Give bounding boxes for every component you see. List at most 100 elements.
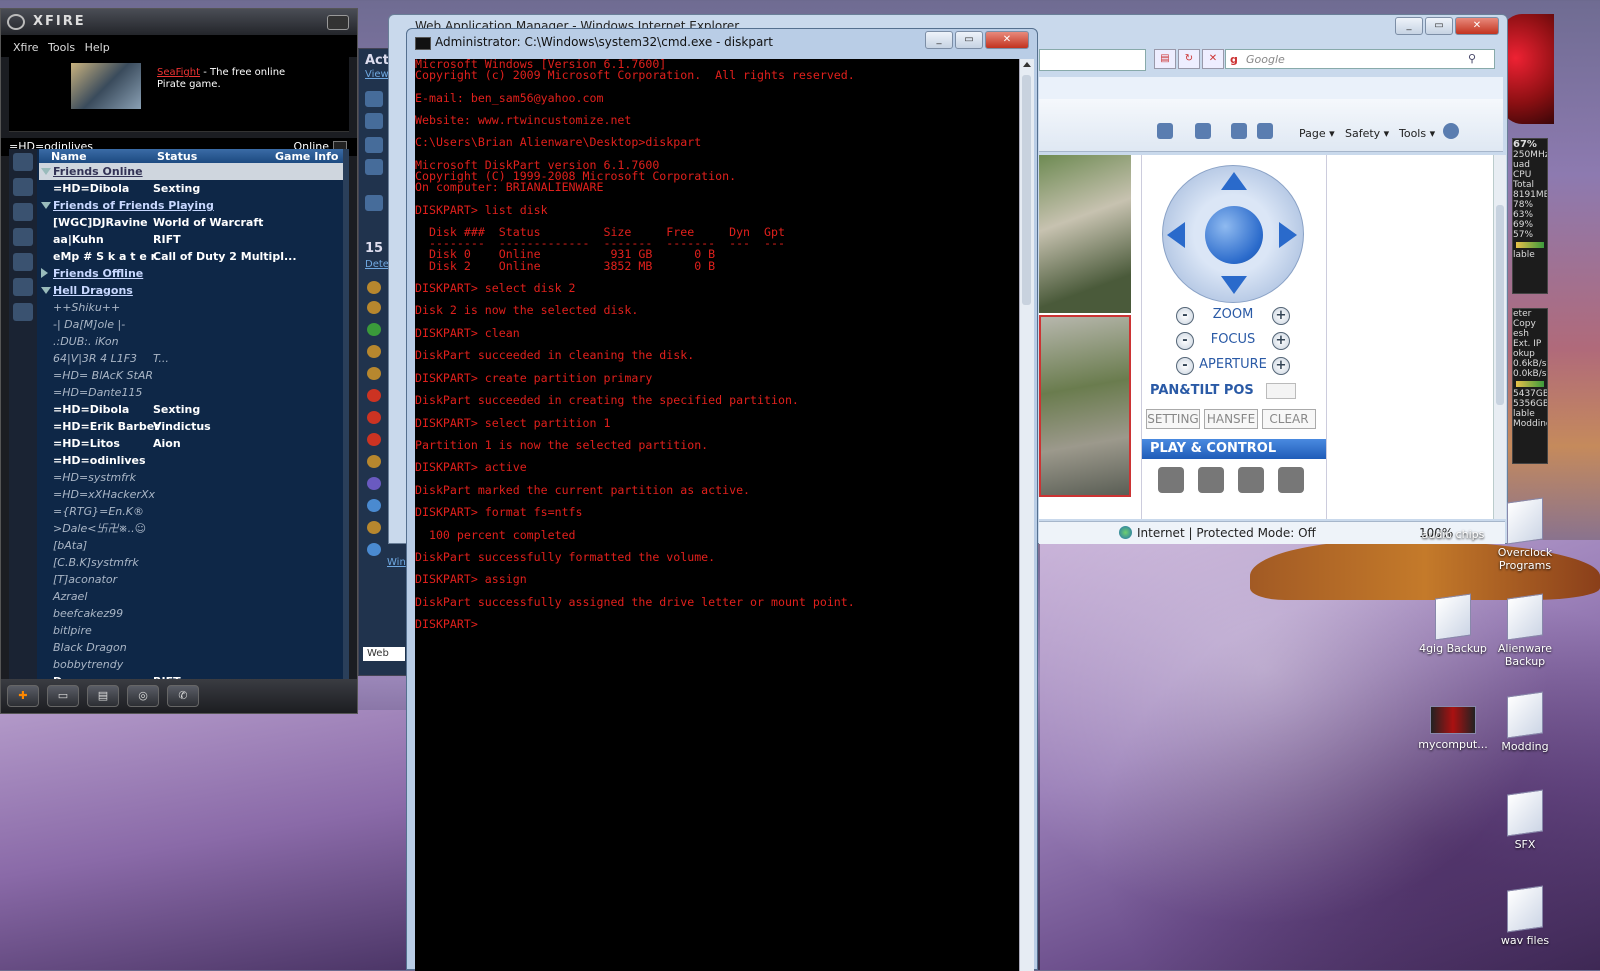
arrow-right-icon[interactable] bbox=[1279, 222, 1297, 248]
menu-xfire[interactable]: Xfire bbox=[13, 41, 39, 54]
heart-icon[interactable] bbox=[367, 411, 381, 424]
friend-row[interactable]: [bAta] bbox=[39, 537, 343, 554]
record-icon[interactable] bbox=[1158, 467, 1184, 493]
web-search-box[interactable]: Web bbox=[363, 647, 405, 661]
screenshots-icon[interactable] bbox=[13, 253, 33, 271]
zoom-in-button[interactable]: + bbox=[1272, 307, 1290, 325]
desktop-icon-wav-files[interactable]: wav files bbox=[1490, 885, 1560, 947]
desktop-icon-modding[interactable]: Modding bbox=[1490, 691, 1560, 753]
desktop-icon-sfx[interactable]: SFX bbox=[1490, 789, 1560, 851]
ie-scroll-thumb[interactable] bbox=[1496, 205, 1504, 405]
strip-win-link[interactable]: Win bbox=[387, 557, 406, 568]
friend-row[interactable]: =HD=odinlives bbox=[39, 452, 343, 469]
ptz-center-button[interactable] bbox=[1205, 206, 1263, 264]
friend-group-header[interactable]: Friends of Friends Playing bbox=[39, 197, 343, 214]
pantilt-input[interactable] bbox=[1266, 383, 1296, 399]
collapse-icon[interactable] bbox=[41, 287, 51, 294]
servers-icon[interactable] bbox=[13, 203, 33, 221]
friend-row[interactable]: 64|V|3R 4 L1F3 T... bbox=[39, 350, 343, 367]
game-icon-5[interactable] bbox=[367, 367, 381, 380]
address-bar[interactable] bbox=[1039, 49, 1146, 71]
minimize-button[interactable] bbox=[327, 15, 349, 30]
game-icon-2[interactable] bbox=[367, 301, 381, 314]
friend-row[interactable]: =HD=xXHackerXx bbox=[39, 486, 343, 503]
profile-button[interactable]: ▤ bbox=[87, 685, 119, 707]
friend-row[interactable]: -| Da[M]ole |- bbox=[39, 316, 343, 333]
strip-icon-3[interactable] bbox=[365, 137, 383, 153]
clear-button[interactable]: CLEAR bbox=[1262, 409, 1316, 429]
gamepad-icon[interactable] bbox=[365, 113, 383, 129]
camera-feed-1[interactable] bbox=[1039, 155, 1131, 313]
collapse-icon[interactable] bbox=[41, 202, 51, 209]
focus-plus-button[interactable]: + bbox=[1272, 332, 1290, 350]
cmd-maximize-button[interactable]: ▭ bbox=[955, 31, 983, 49]
help-icon[interactable] bbox=[1443, 123, 1459, 139]
friend-row[interactable]: beefcakez99 bbox=[39, 605, 343, 622]
xfire-titlebar[interactable]: XFIRE bbox=[1, 9, 357, 35]
game-icon-6[interactable] bbox=[367, 389, 381, 402]
friend-row[interactable]: Black Dragon bbox=[39, 639, 343, 656]
friend-row[interactable]: eMp # S k a t e r. Call of Duty 2 Multipl… bbox=[39, 248, 343, 265]
videos-icon[interactable] bbox=[13, 278, 33, 296]
ie-scrollbar[interactable] bbox=[1493, 155, 1506, 519]
desktop-icon-4gig-backup[interactable]: 4gig Backup bbox=[1418, 593, 1488, 655]
collapse-icon[interactable] bbox=[41, 168, 51, 175]
strip-icon-5[interactable] bbox=[365, 195, 383, 211]
friend-group-header[interactable]: Friends Online bbox=[39, 163, 343, 180]
friend-row[interactable]: =HD=Dibola Sexting bbox=[39, 401, 343, 418]
strip-view-link[interactable]: View bbox=[365, 69, 389, 80]
friend-row[interactable]: [WGC]DJRavine World of Warcraft bbox=[39, 214, 343, 231]
ie-maximize-button[interactable]: ▭ bbox=[1425, 17, 1453, 35]
arrow-left-icon[interactable] bbox=[1167, 222, 1185, 248]
home-icon[interactable] bbox=[1157, 123, 1173, 139]
scroll-up-icon[interactable] bbox=[1023, 62, 1031, 67]
desktop-icon-mycomputer[interactable]: mycomput... bbox=[1418, 706, 1488, 751]
cmd-minimize-button[interactable]: _ bbox=[925, 31, 953, 49]
friend-row[interactable]: =HD=Dibola Sexting bbox=[39, 180, 343, 197]
tools-menu[interactable]: Tools ▾ bbox=[1399, 127, 1435, 140]
ie-close-button[interactable]: ✕ bbox=[1455, 17, 1499, 35]
desktop-icon-alienware-backup[interactable]: Alienware Backup bbox=[1490, 593, 1560, 668]
column-status[interactable]: Status bbox=[157, 150, 197, 163]
friend-row[interactable]: =HD=Dante115 bbox=[39, 384, 343, 401]
cmd-close-button[interactable]: ✕ bbox=[985, 31, 1029, 49]
safety-menu[interactable]: Safety ▾ bbox=[1345, 127, 1389, 140]
ptz-joystick[interactable] bbox=[1162, 165, 1304, 303]
zoom-out-button[interactable]: - bbox=[1176, 307, 1194, 325]
play-control-header[interactable]: PLAY & CONTROL bbox=[1142, 439, 1326, 459]
friend-row[interactable]: =HD=Litos Aion bbox=[39, 435, 343, 452]
compat-view-icon[interactable]: ▤ bbox=[1154, 49, 1176, 69]
extras-icon[interactable] bbox=[13, 303, 33, 321]
game-icon-4[interactable] bbox=[367, 345, 381, 358]
expand-icon[interactable] bbox=[41, 268, 48, 278]
friend-row[interactable]: =HD=systmfrk bbox=[39, 469, 343, 486]
game-icon-8[interactable] bbox=[367, 433, 381, 446]
cmd-scroll-thumb[interactable] bbox=[1022, 75, 1031, 305]
mail-icon[interactable] bbox=[1231, 123, 1247, 139]
menu-tools[interactable]: Tools bbox=[48, 41, 75, 54]
users-icon[interactable] bbox=[365, 159, 383, 175]
camera-feed-2[interactable] bbox=[1039, 315, 1131, 497]
settings-icon[interactable] bbox=[1278, 467, 1304, 493]
game-icon-1[interactable] bbox=[367, 281, 381, 294]
setting-button[interactable]: SETTING bbox=[1146, 409, 1200, 429]
arrow-down-icon[interactable] bbox=[1221, 276, 1247, 294]
copy-label[interactable]: Copy bbox=[1513, 319, 1547, 329]
snapshot-icon[interactable] bbox=[1238, 467, 1264, 493]
ad-link[interactable]: SeaFight bbox=[157, 67, 200, 78]
console-output[interactable]: Microsoft Windows [Version 6.1.7600] Cop… bbox=[415, 59, 1019, 971]
ie-minimize-button[interactable]: _ bbox=[1395, 17, 1423, 35]
game-icon-3[interactable] bbox=[367, 323, 381, 336]
friend-row[interactable]: aa|Kuhn RIFT bbox=[39, 231, 343, 248]
media-icon[interactable] bbox=[13, 228, 33, 246]
friend-row[interactable]: bitlpire bbox=[39, 622, 343, 639]
column-name[interactable]: Name bbox=[51, 150, 87, 163]
friends-icon[interactable] bbox=[13, 153, 33, 171]
aperture-minus-button[interactable]: - bbox=[1176, 357, 1194, 375]
search-icon[interactable]: ⚲ bbox=[1468, 52, 1476, 65]
game-icon-13[interactable] bbox=[367, 543, 381, 556]
friend-row[interactable]: ={RTG}=En.K® bbox=[39, 503, 343, 520]
friend-row[interactable]: Azrael bbox=[39, 588, 343, 605]
game-icon-12[interactable] bbox=[367, 521, 381, 534]
strip-detect-link[interactable]: Dete bbox=[365, 259, 389, 270]
